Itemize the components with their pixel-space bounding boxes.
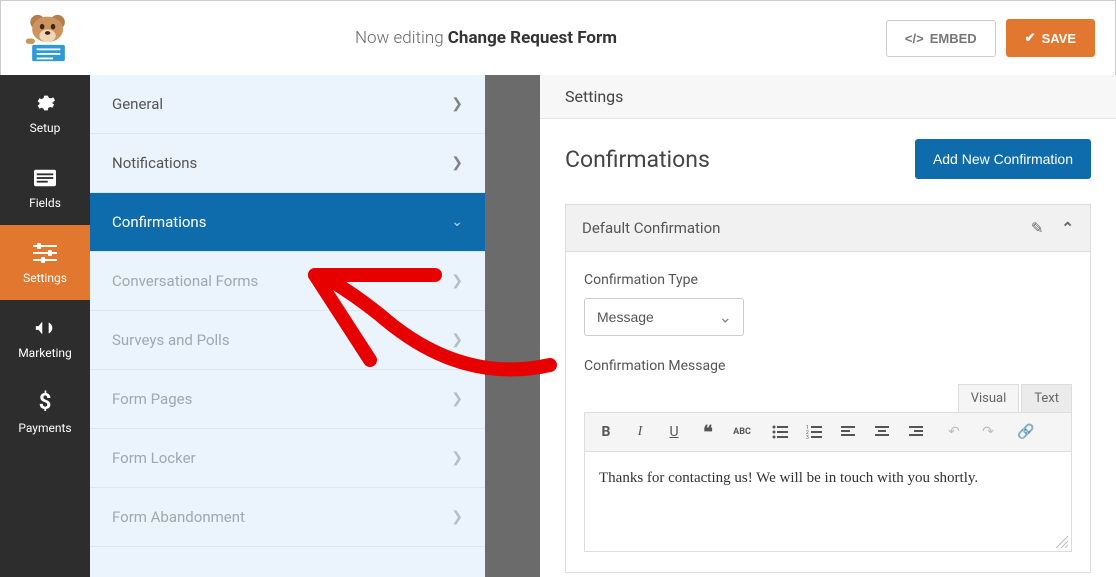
numbered-list-icon[interactable]: 123 bbox=[801, 419, 827, 445]
nav-payments-label: Payments bbox=[18, 421, 71, 435]
nav-settings-label: Settings bbox=[23, 271, 67, 285]
sub-notifications-label: Notifications bbox=[112, 154, 197, 172]
add-confirmation-button[interactable]: Add New Confirmation bbox=[915, 139, 1091, 179]
sliders-icon bbox=[33, 241, 57, 265]
message-label: Confirmation Message bbox=[584, 358, 1072, 374]
gear-icon bbox=[33, 91, 57, 115]
editor-tabs: Visual Text bbox=[584, 384, 1072, 412]
undo-icon[interactable]: ↶ bbox=[941, 419, 967, 445]
align-center-icon[interactable] bbox=[869, 419, 895, 445]
list-icon bbox=[33, 166, 57, 190]
confirmation-accordion: Default Confirmation ✎ ⌃ Confirmation Ty… bbox=[565, 204, 1091, 573]
sub-surveys-label: Surveys and Polls bbox=[112, 331, 230, 349]
nav-settings[interactable]: Settings bbox=[0, 225, 90, 300]
chevron-right-icon: ❯ bbox=[451, 155, 463, 171]
editor-textarea[interactable]: Thanks for contacting us! We will be in … bbox=[584, 452, 1072, 552]
nav-fields-label: Fields bbox=[29, 196, 61, 210]
sub-general-label: General bbox=[112, 95, 163, 113]
svg-text:3: 3 bbox=[806, 435, 809, 439]
underline-icon[interactable]: U bbox=[661, 419, 687, 445]
dollar-icon: $ bbox=[33, 391, 57, 415]
chevron-up-icon[interactable]: ⌃ bbox=[1061, 219, 1074, 237]
logo bbox=[21, 13, 76, 63]
preview-gap bbox=[485, 75, 540, 577]
align-left-icon[interactable] bbox=[835, 419, 861, 445]
main-nav: Setup Fields Settings Marketing $ Paymen… bbox=[0, 75, 90, 577]
sub-form-pages-label: Form Pages bbox=[112, 390, 192, 408]
pencil-icon[interactable]: ✎ bbox=[1031, 219, 1044, 237]
editor-section: Confirmation Message Visual Text B I U ❝… bbox=[584, 358, 1072, 552]
tab-visual[interactable]: Visual bbox=[958, 384, 1020, 412]
sub-conversational-label: Conversational Forms bbox=[112, 272, 258, 290]
sub-surveys[interactable]: Surveys and Polls ❯ bbox=[90, 311, 485, 370]
section-title-row: Confirmations Add New Confirmation bbox=[565, 139, 1091, 179]
bullhorn-icon bbox=[33, 316, 57, 340]
code-icon: </> bbox=[905, 31, 924, 46]
bullet-list-icon[interactable] bbox=[767, 419, 793, 445]
type-select-wrap: Message ⌄ bbox=[584, 298, 744, 336]
content-body: Confirmations Add New Confirmation Defau… bbox=[540, 119, 1116, 577]
accordion-header[interactable]: Default Confirmation ✎ ⌃ bbox=[566, 205, 1090, 252]
nav-setup[interactable]: Setup bbox=[0, 75, 90, 150]
check-icon: ✔ bbox=[1025, 30, 1036, 46]
embed-label: EMBED bbox=[930, 31, 977, 46]
chevron-right-icon: ❯ bbox=[451, 96, 463, 112]
sub-general[interactable]: General ❯ bbox=[90, 75, 485, 134]
chevron-right-icon: ❯ bbox=[451, 273, 463, 289]
chevron-right-icon: ❯ bbox=[451, 509, 463, 525]
page-title: Now editing Change Request Form bbox=[96, 28, 876, 48]
sub-notifications[interactable]: Notifications ❯ bbox=[90, 134, 485, 193]
save-label: SAVE bbox=[1042, 31, 1076, 46]
resize-handle-icon[interactable] bbox=[1056, 536, 1068, 548]
content-area: Settings Confirmations Add New Confirmat… bbox=[540, 75, 1116, 577]
type-label: Confirmation Type bbox=[584, 272, 1072, 288]
chevron-down-icon: ⌄ bbox=[451, 214, 463, 230]
nav-marketing-label: Marketing bbox=[18, 346, 72, 360]
content-header: Settings bbox=[540, 75, 1116, 119]
nav-marketing[interactable]: Marketing bbox=[0, 300, 90, 375]
sub-confirmations[interactable]: Confirmations ⌄ bbox=[90, 193, 485, 252]
strikethrough-icon[interactable]: ABC bbox=[729, 419, 755, 445]
sub-form-abandonment-label: Form Abandonment bbox=[112, 508, 245, 526]
editor-content: Thanks for contacting us! We will be in … bbox=[599, 470, 978, 486]
sub-conversational[interactable]: Conversational Forms ❯ bbox=[90, 252, 485, 311]
embed-button[interactable]: </> EMBED bbox=[886, 20, 996, 57]
quote-icon[interactable]: ❝ bbox=[695, 419, 721, 445]
top-bar: Now editing Change Request Form </> EMBE… bbox=[1, 1, 1115, 76]
sub-form-abandonment[interactable]: Form Abandonment ❯ bbox=[90, 488, 485, 547]
section-title: Confirmations bbox=[565, 146, 710, 173]
form-name: Change Request Form bbox=[448, 28, 617, 48]
redo-icon[interactable]: ↷ bbox=[975, 419, 1001, 445]
editor-toolbar: B I U ❝ ABC 123 bbox=[584, 412, 1072, 452]
chevron-right-icon: ❯ bbox=[451, 450, 463, 466]
nav-payments[interactable]: $ Payments bbox=[0, 375, 90, 450]
italic-icon[interactable]: I bbox=[627, 419, 653, 445]
nav-fields[interactable]: Fields bbox=[0, 150, 90, 225]
accordion-body: Confirmation Type Message ⌄ Confirmation… bbox=[566, 252, 1090, 572]
settings-subpanel[interactable]: General ❯ Notifications ❯ Confirmations … bbox=[90, 75, 485, 577]
type-select[interactable]: Message bbox=[584, 298, 744, 336]
tab-text[interactable]: Text bbox=[1021, 384, 1072, 412]
save-button[interactable]: ✔ SAVE bbox=[1006, 19, 1095, 57]
sub-form-locker-label: Form Locker bbox=[112, 449, 196, 467]
bold-icon[interactable]: B bbox=[593, 419, 619, 445]
accordion-title: Default Confirmation bbox=[582, 219, 720, 237]
chevron-right-icon: ❯ bbox=[451, 391, 463, 407]
chevron-right-icon: ❯ bbox=[451, 332, 463, 348]
link-icon[interactable]: 🔗 bbox=[1013, 419, 1039, 445]
sub-confirmations-label: Confirmations bbox=[112, 213, 206, 231]
align-right-icon[interactable] bbox=[903, 419, 929, 445]
nav-setup-label: Setup bbox=[30, 121, 61, 135]
sub-form-locker[interactable]: Form Locker ❯ bbox=[90, 429, 485, 488]
sub-form-pages[interactable]: Form Pages ❯ bbox=[90, 370, 485, 429]
editing-prefix: Now editing bbox=[355, 28, 444, 48]
accordion-actions: ✎ ⌃ bbox=[1031, 219, 1074, 237]
